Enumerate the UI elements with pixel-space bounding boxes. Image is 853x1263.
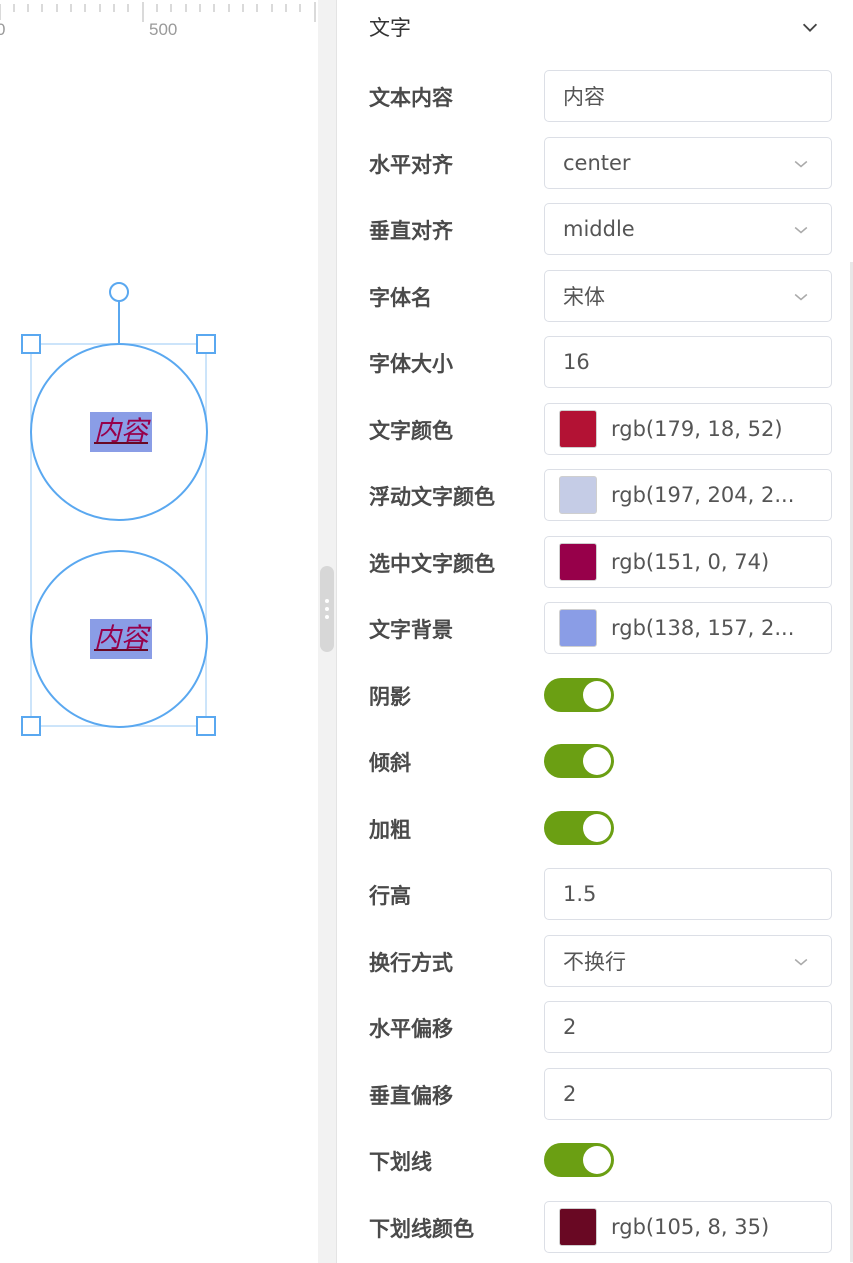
chevron-down-icon[interactable]	[799, 16, 821, 38]
text-bg-value: rgb(138, 157, 2...	[611, 616, 795, 640]
row-line-height: 行高 1.5	[369, 868, 835, 922]
row-bold: 加粗	[369, 802, 835, 856]
label-selected-color: 选中文字颜色	[369, 552, 495, 576]
label-v-align: 垂直对齐	[369, 219, 453, 243]
design-canvas[interactable]: 0 500 内容 内容	[0, 0, 318, 1263]
row-h-offset: 水平偏移 2	[369, 1001, 835, 1055]
italic-toggle[interactable]	[544, 744, 614, 778]
font-name-value: 宋体	[563, 285, 605, 309]
v-offset-value: 2	[563, 1082, 577, 1106]
wrap-value: 不换行	[563, 950, 626, 974]
selected-color-value: rgb(151, 0, 74)	[611, 550, 770, 574]
resize-handle-bottom-right	[196, 716, 216, 736]
row-v-offset: 垂直偏移 2	[369, 1068, 835, 1122]
label-font-name: 字体名	[369, 286, 432, 310]
line-height-value: 1.5	[563, 882, 597, 906]
panel-resize-handle[interactable]	[320, 566, 334, 652]
underline-color-value: rgb(105, 8, 35)	[611, 1215, 770, 1239]
label-wrap: 换行方式	[369, 951, 453, 975]
underline-toggle[interactable]	[544, 1143, 614, 1177]
font-name-select[interactable]: 宋体	[544, 270, 832, 322]
row-font-size: 字体大小 16	[369, 336, 835, 390]
row-h-align: 水平对齐 center	[369, 137, 835, 191]
label-font-size: 字体大小	[369, 352, 453, 376]
hover-color-picker[interactable]: rgb(197, 204, 2...	[544, 469, 832, 521]
text-color-swatch[interactable]	[559, 410, 597, 448]
row-text-color: 文字颜色 rgb(179, 18, 52)	[369, 403, 835, 457]
row-wrap: 换行方式 不换行	[369, 935, 835, 989]
v-offset-input[interactable]: 2	[544, 1068, 832, 1120]
row-selected-color: 选中文字颜色 rgb(151, 0, 74)	[369, 536, 835, 590]
label-bold: 加粗	[369, 818, 411, 842]
row-font-name: 字体名 宋体	[369, 270, 835, 324]
text-color-value: rgb(179, 18, 52)	[611, 417, 783, 441]
row-underline: 下划线	[369, 1134, 835, 1188]
bold-toggle[interactable]	[544, 811, 614, 845]
row-text-content: 文本内容 内容	[369, 70, 835, 124]
shape-text-top: 内容	[94, 416, 148, 447]
properties-panel: 文字 文本内容 内容 水平对齐 center 垂直对齐 middle 字体名 宋…	[337, 0, 853, 1263]
row-hover-color: 浮动文字颜色 rgb(197, 204, 2...	[369, 469, 835, 523]
resize-handle-bottom-left	[21, 716, 41, 736]
font-size-value: 16	[563, 350, 590, 374]
text-bg-picker[interactable]: rgb(138, 157, 2...	[544, 602, 832, 654]
text-content-input[interactable]: 内容	[544, 70, 832, 122]
row-text-bg: 文字背景 rgb(138, 157, 2...	[369, 602, 835, 656]
row-v-align: 垂直对齐 middle	[369, 203, 835, 257]
hover-color-value: rgb(197, 204, 2...	[611, 483, 795, 507]
label-h-offset: 水平偏移	[369, 1017, 453, 1041]
label-shadow: 阴影	[369, 685, 411, 709]
label-hover-color: 浮动文字颜色	[369, 485, 495, 509]
label-v-offset: 垂直偏移	[369, 1084, 453, 1108]
h-align-select[interactable]: center	[544, 137, 832, 189]
label-text-content: 文本内容	[369, 86, 453, 110]
label-text-bg: 文字背景	[369, 618, 453, 642]
text-color-picker[interactable]: rgb(179, 18, 52)	[544, 403, 832, 455]
chevron-down-icon	[794, 293, 808, 301]
h-align-value: center	[563, 151, 631, 175]
label-italic: 倾斜	[369, 751, 411, 775]
label-h-align: 水平对齐	[369, 153, 453, 177]
h-offset-value: 2	[563, 1015, 577, 1039]
wrap-select[interactable]: 不换行	[544, 935, 832, 987]
text-bg-swatch[interactable]	[559, 609, 597, 647]
selected-color-picker[interactable]: rgb(151, 0, 74)	[544, 536, 832, 588]
rotate-handle	[109, 282, 129, 302]
label-line-height: 行高	[369, 884, 411, 908]
shape-text-bottom: 内容	[94, 623, 148, 654]
row-shadow: 阴影	[369, 669, 835, 723]
selection-overlay[interactable]	[0, 0, 318, 760]
row-underline-color: 下划线颜色 rgb(105, 8, 35)	[369, 1201, 835, 1255]
resize-handle-top-right	[196, 334, 216, 354]
font-size-input[interactable]: 16	[544, 336, 832, 388]
section-title: 文字	[369, 16, 411, 40]
chevron-down-icon	[794, 958, 808, 966]
row-italic: 倾斜	[369, 735, 835, 789]
text-section-header[interactable]: 文字	[369, 12, 821, 42]
shadow-toggle[interactable]	[544, 678, 614, 712]
label-underline-color: 下划线颜色	[369, 1217, 474, 1241]
underline-color-picker[interactable]: rgb(105, 8, 35)	[544, 1201, 832, 1253]
label-text-color: 文字颜色	[369, 419, 453, 443]
v-align-select[interactable]: middle	[544, 203, 832, 255]
h-offset-input[interactable]: 2	[544, 1001, 832, 1053]
v-align-value: middle	[563, 217, 635, 241]
selected-color-swatch[interactable]	[559, 543, 597, 581]
line-height-input[interactable]: 1.5	[544, 868, 832, 920]
resize-handle-top-left	[21, 334, 41, 354]
underline-color-swatch[interactable]	[559, 1208, 597, 1246]
text-content-value: 内容	[563, 85, 605, 109]
hover-color-swatch[interactable]	[559, 476, 597, 514]
chevron-down-icon	[794, 160, 808, 168]
chevron-down-icon	[794, 226, 808, 234]
label-underline: 下划线	[369, 1150, 432, 1174]
